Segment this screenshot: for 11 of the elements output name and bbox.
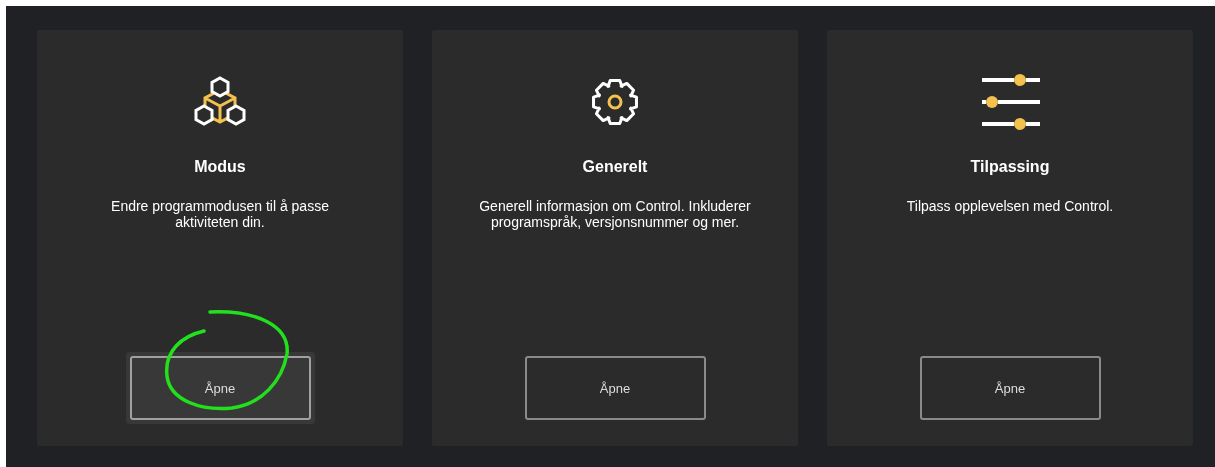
card-description: Tilpass opplevelsen med Control. [905, 198, 1115, 216]
open-button[interactable]: Åpne [129, 356, 311, 420]
card-description: Generell informasjon om Control. Inkluderer programspråk, versjonsnummer og mer. [478, 198, 752, 232]
card-description: Endre programmodusen til å passe aktiviteten din. [110, 198, 330, 232]
sliders-icon [980, 74, 1040, 130]
card-title: Modus [194, 158, 246, 176]
open-button[interactable]: Åpne [919, 356, 1101, 420]
open-button[interactable]: Åpne [524, 356, 706, 420]
card-title: Tilpassing [970, 158, 1050, 176]
card-title: Generelt [582, 158, 648, 176]
settings-icon [589, 76, 641, 128]
